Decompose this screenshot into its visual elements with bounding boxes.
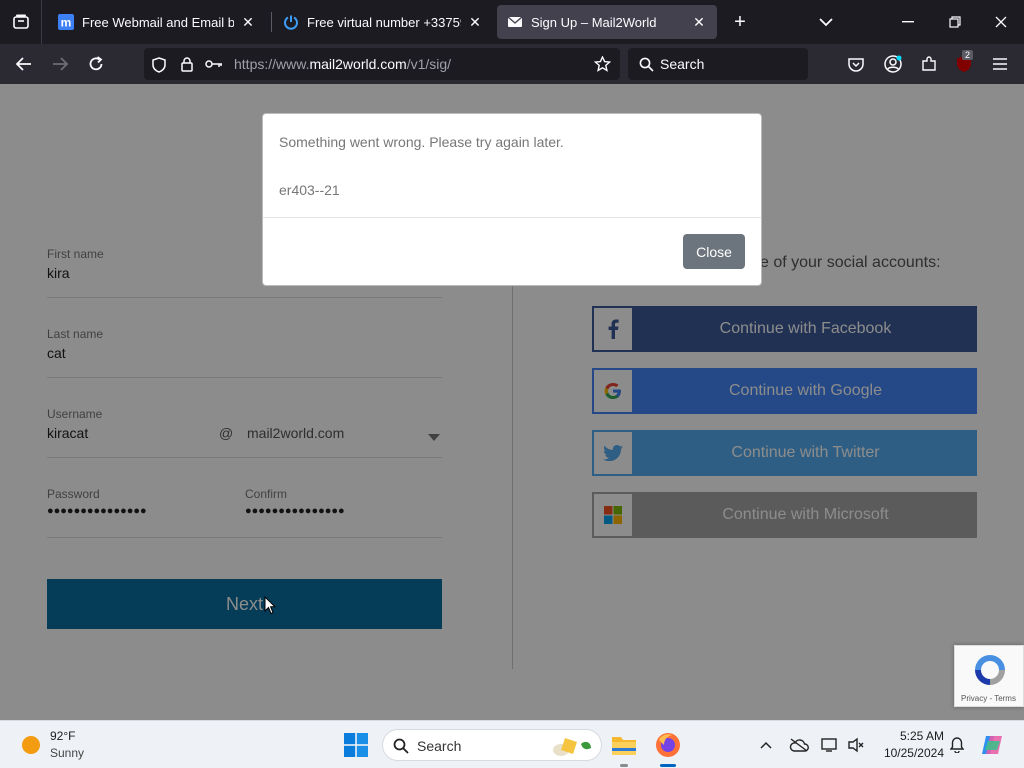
error-message: Something went wrong. Please try again l… (279, 134, 564, 150)
reload-icon[interactable] (84, 52, 108, 76)
weather-condition[interactable]: Sunny (50, 746, 84, 760)
tab-virtual-number[interactable]: Free virtual number +33759335 ✕ (273, 5, 493, 39)
tab-sign-up[interactable]: Sign Up – Mail2World ✕ (497, 5, 717, 39)
browser-tab-bar: m Free Webmail and Email by mail2world ✕… (0, 0, 1024, 44)
recaptcha-privacy-terms[interactable]: Privacy - Terms (961, 694, 1016, 703)
search-icon (638, 56, 654, 72)
ublock-shield-icon[interactable]: 2 (952, 50, 976, 76)
tabs-overview-icon (12, 14, 29, 29)
close-button[interactable]: Close (683, 234, 745, 269)
list-all-tabs-chevron-icon[interactable] (814, 10, 838, 34)
forward-arrow-icon[interactable] (48, 52, 72, 76)
search-placeholder: Search (660, 56, 705, 72)
url-text: https://www.mail2world.com/v1/sig/ (234, 56, 451, 72)
error-code: er403--21 (279, 182, 340, 198)
browser-nav-bar: https://www.mail2world.com/v1/sig/ Searc… (0, 44, 1024, 84)
clock-date[interactable]: 10/25/2024 (874, 746, 944, 760)
close-tab-icon[interactable]: ✕ (467, 14, 483, 30)
error-dialog: Something went wrong. Please try again l… (262, 113, 762, 286)
url-prefix: https://www. (234, 56, 310, 72)
dialog-divider (263, 217, 761, 218)
extension-badge: 2 (962, 50, 974, 60)
close-window-icon[interactable] (989, 10, 1013, 34)
signup-page: First name kira Last name cat Username k… (0, 84, 1024, 720)
tab-separator (271, 12, 272, 32)
pocket-icon[interactable] (845, 52, 867, 76)
mail2world-favicon-icon: m (58, 14, 74, 30)
extensions-puzzle-icon[interactable] (917, 52, 941, 76)
envelope-favicon-icon (507, 14, 523, 30)
address-bar[interactable]: https://www.mail2world.com/v1/sig/ (144, 48, 620, 80)
weather-temperature[interactable]: 92°F (50, 729, 75, 743)
restore-window-icon[interactable] (943, 10, 967, 34)
explorer-running-indicator (620, 764, 628, 767)
firefox-icon[interactable] (654, 730, 682, 760)
search-bar[interactable]: Search (628, 48, 808, 80)
search-icon (393, 738, 409, 754)
bookmark-star-icon[interactable] (592, 55, 612, 73)
key-icon[interactable] (204, 55, 224, 73)
tab-title: Free virtual number +33759335 (307, 14, 461, 30)
copilot-icon[interactable] (979, 732, 1005, 758)
svg-text:m: m (61, 16, 72, 30)
tab-list-button[interactable] (0, 0, 42, 44)
windows-start-icon[interactable] (343, 732, 369, 758)
back-arrow-icon[interactable] (12, 52, 36, 76)
shield-icon[interactable] (150, 56, 168, 74)
taskbar-search-label: Search (417, 738, 462, 754)
close-tab-icon[interactable]: ✕ (691, 14, 707, 30)
mouse-cursor-icon (264, 595, 277, 620)
volume-muted-icon[interactable] (846, 735, 866, 755)
hamburger-menu-icon[interactable] (989, 52, 1011, 76)
minimize-icon[interactable] (896, 10, 920, 34)
firefox-active-indicator (660, 764, 676, 767)
new-tab-icon[interactable]: + (728, 10, 752, 34)
url-path: /v1/sig/ (406, 56, 452, 72)
lock-icon[interactable] (178, 55, 196, 73)
search-highlight-icon (553, 738, 591, 756)
tab-title: Free Webmail and Email by mail2world (82, 14, 234, 30)
recaptcha-logo-icon (975, 655, 1005, 685)
power-favicon-icon (283, 14, 299, 30)
file-explorer-icon[interactable] (610, 730, 638, 760)
display-network-icon[interactable] (820, 735, 840, 755)
close-tab-icon[interactable]: ✕ (240, 14, 256, 30)
account-icon[interactable] (881, 52, 905, 76)
notification-bell-icon[interactable] (947, 735, 967, 755)
sun-weather-icon[interactable] (20, 734, 42, 756)
windows-taskbar: 92°F Sunny Search 5:25 AM 10/25/2024 (0, 720, 1024, 768)
tab-mail2world-home[interactable]: m Free Webmail and Email by mail2world ✕ (48, 5, 266, 39)
clock-time[interactable]: 5:25 AM (880, 729, 944, 743)
tab-title: Sign Up – Mail2World (531, 14, 657, 30)
url-host: mail2world.com (309, 56, 407, 72)
chevron-up-icon[interactable] (756, 735, 776, 755)
screen: m Free Webmail and Email by mail2world ✕… (0, 0, 1024, 768)
recaptcha-badge[interactable]: Privacy - Terms (954, 645, 1024, 707)
cloud-offline-icon[interactable] (788, 735, 810, 755)
taskbar-search-box[interactable]: Search (382, 729, 602, 761)
